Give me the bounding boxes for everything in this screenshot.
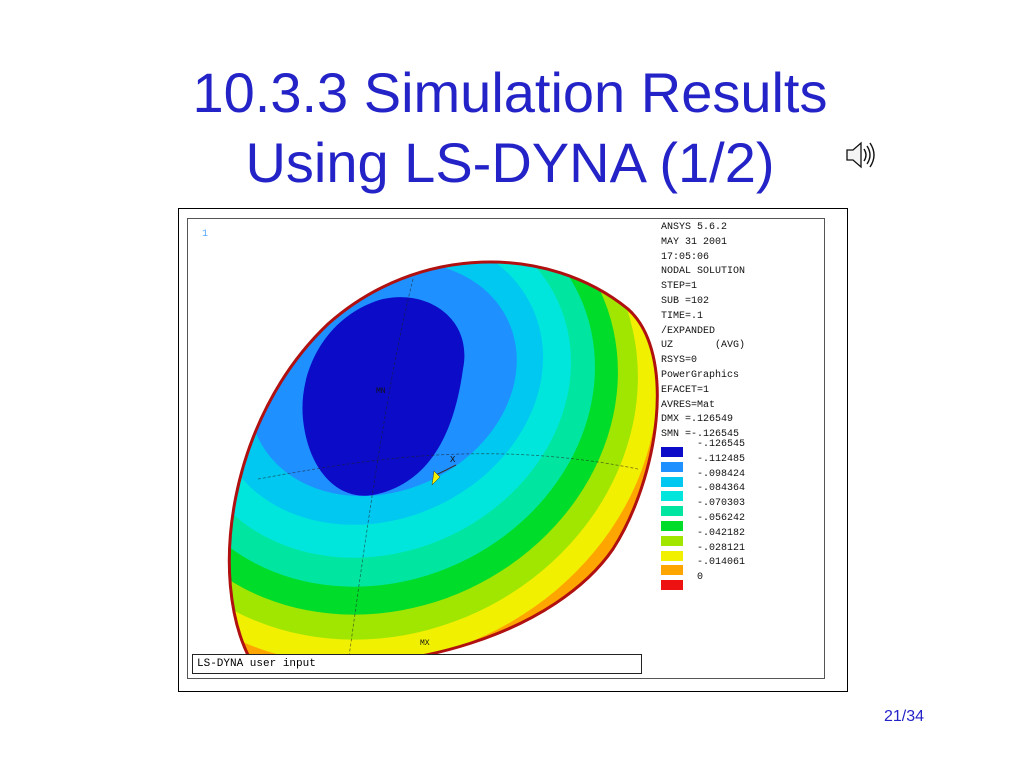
- legend-label: -.084364: [697, 483, 746, 495]
- mx-marker: MX: [420, 639, 430, 648]
- corner-mark: 1: [202, 229, 209, 240]
- info-line: EFACET=1: [661, 384, 710, 396]
- legend-entry: -.014061: [661, 557, 841, 578]
- legend-entry: 0: [661, 572, 841, 593]
- legend-swatch: [661, 580, 683, 591]
- speaker-audio-icon[interactable]: [843, 138, 879, 172]
- legend-label: -.042182: [697, 527, 746, 539]
- slide-title-line-2: Using LS-DYNA (1/2): [245, 131, 775, 194]
- legend-entry: -.056242: [661, 513, 841, 534]
- info-line: SMN =-.126545: [661, 429, 740, 441]
- legend-label: -.126545: [697, 439, 746, 450]
- legend-label: 0: [697, 572, 704, 584]
- slide-title-line-1: 10.3.3 Simulation Results: [192, 61, 828, 124]
- info-line: DMX =.126549: [661, 414, 734, 426]
- page-number: 21/34: [884, 708, 925, 725]
- legend-entry: -.028121: [661, 543, 841, 564]
- legend-label: -.028121: [697, 542, 746, 554]
- info-line: PowerGraphics: [661, 369, 740, 381]
- legend-swatch: [661, 476, 683, 487]
- legend-label: -.098424: [697, 468, 746, 480]
- legend-label: -.070303: [697, 498, 746, 510]
- legend-swatch: [661, 535, 683, 546]
- legend-label: -.056242: [697, 512, 746, 524]
- info-line: NODAL SOLUTION: [661, 266, 746, 278]
- legend-swatch: [661, 520, 683, 531]
- legend-swatch: [661, 565, 683, 576]
- slide-title: 10.3.3 Simulation Results Using LS-DYNA …: [100, 58, 920, 198]
- axis-x-label: X: [450, 455, 456, 465]
- info-line: AVRES=Mat: [661, 399, 716, 411]
- info-line: UZ (AVG): [661, 340, 746, 352]
- info-line: RSYS=0: [661, 355, 698, 367]
- legend-entry: -.084364: [661, 483, 841, 504]
- legend-swatch: [661, 506, 683, 517]
- bottom-caption: LS-DYNA user input: [192, 654, 642, 674]
- legend-entry: -.112485: [661, 454, 841, 475]
- legend-entry: -.126545: [661, 439, 841, 460]
- contour-legend: -.126545 -.112485 -.098424 -.084364 -.070303…: [661, 439, 841, 593]
- legend-label: -.112485: [697, 453, 746, 465]
- legend-label: -.014061: [697, 557, 746, 569]
- info-line: TIME=.1: [661, 310, 704, 322]
- info-line: STEP=1: [661, 281, 698, 293]
- mn-marker: MN: [376, 387, 386, 396]
- simulation-figure: 1 X MX MN LS-DYNA user input ANSYS 5.6.2…: [178, 208, 848, 692]
- info-line: ANSYS 5.6.2: [661, 222, 728, 233]
- info-line: 17:05:06: [661, 251, 710, 263]
- legend-swatch: [661, 461, 683, 472]
- legend-swatch: [661, 550, 683, 561]
- legend-entry: -.098424: [661, 469, 841, 490]
- legend-swatch: [661, 447, 683, 457]
- info-line: MAY 31 2001: [661, 236, 728, 248]
- legend-swatch: [661, 491, 683, 502]
- info-line: /EXPANDED: [661, 325, 716, 337]
- solution-info-panel: ANSYS 5.6.2 MAY 31 2001 17:05:06 NODAL SOLU…: [661, 221, 841, 443]
- info-line: SUB =102: [661, 295, 710, 307]
- legend-entry: -.070303: [661, 498, 841, 519]
- legend-entry: -.042182: [661, 528, 841, 549]
